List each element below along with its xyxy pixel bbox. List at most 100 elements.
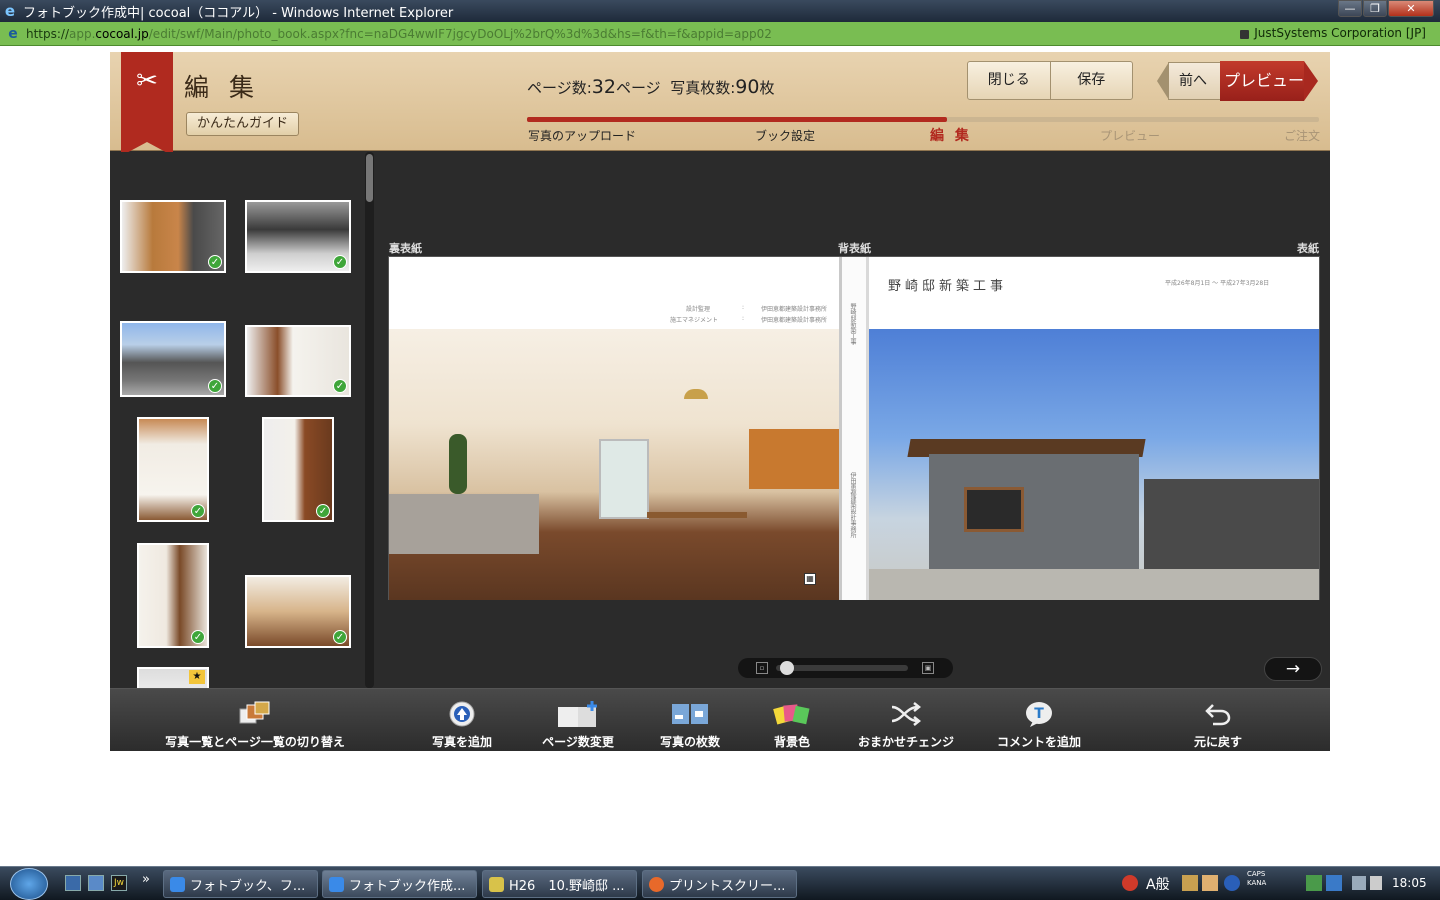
house-exterior-photo[interactable] [869, 329, 1319, 600]
photo-thumbnail[interactable]: ✓ [137, 543, 209, 648]
jw-cad-icon[interactable]: Jw [111, 875, 127, 891]
taskbar-button-folder[interactable]: H26 10.野崎邸 ... [482, 870, 637, 898]
background-color-icon [762, 699, 822, 729]
living-room-photo[interactable]: ▦ [389, 329, 839, 600]
ie-logo-icon: e [4, 2, 16, 20]
prev-button[interactable]: 前へ [1157, 62, 1220, 100]
step-progress-fill [527, 117, 947, 122]
credit2-colon: : [742, 315, 745, 322]
undo-button[interactable]: 元に戻す [1183, 689, 1253, 752]
security-certificate[interactable]: JustSystems Corporation [JP] [1240, 26, 1426, 40]
tray-tool-icon[interactable] [1182, 875, 1198, 891]
photo-count-icon [650, 699, 730, 729]
security-icon[interactable] [1326, 875, 1342, 891]
step-edit: 編 集 [930, 128, 972, 144]
taskbar-button-firefox[interactable]: プリントスクリー... [642, 870, 797, 898]
windows-taskbar: Jw » フォトブック、フ... フォトブック作成... H26 10.野崎邸 … [0, 866, 1440, 900]
page-title: 編 集 [184, 73, 260, 102]
zoom-slider[interactable]: ▫ ▣ [738, 658, 953, 678]
photo-thumbnail[interactable]: ★ [137, 667, 209, 688]
undo-icon [1183, 699, 1253, 729]
check-icon: ✓ [191, 630, 205, 644]
check-icon: ✓ [208, 255, 222, 269]
display-icon[interactable] [1352, 876, 1366, 890]
back-cover-page[interactable]: 設計監理 : 伊田恵都建築設計事務所 施工マネジメント : 伊田恵都建築設計事務… [389, 257, 839, 600]
tray-app-icon[interactable] [1122, 875, 1138, 891]
zoom-handle[interactable] [780, 661, 795, 675]
photo-thumbnail[interactable]: ✓ [120, 321, 226, 397]
photo-thumbnail[interactable]: ✓ [245, 325, 351, 397]
close-window-button[interactable]: ✕ [1388, 0, 1434, 17]
toggle-list-button[interactable]: 写真一覧とページ一覧の切り替え [165, 689, 345, 752]
ie-icon [170, 876, 185, 892]
help-icon[interactable] [1224, 875, 1240, 891]
photo-thumbnail[interactable]: ✓ [137, 417, 209, 522]
zoom-out-icon[interactable]: ▫ [756, 662, 768, 674]
next-page-button[interactable]: → [1264, 657, 1322, 681]
photos-unit: 枚 [759, 79, 775, 97]
add-comment-button[interactable]: T コメントを追加 [994, 689, 1084, 752]
caps-label: CAPS [1247, 870, 1266, 878]
preview-button[interactable]: プレビュー [1220, 61, 1318, 101]
comment-icon: T [994, 699, 1084, 729]
photo-thumbnail[interactable]: ✓ [262, 417, 334, 522]
page-count-button[interactable]: ページ数変更 [533, 689, 623, 752]
book-spread[interactable]: 設計監理 : 伊田恵都建築設計事務所 施工マネジメント : 伊田恵都建築設計事務… [388, 256, 1320, 600]
photo-thumbnail[interactable]: ✓ [120, 200, 226, 273]
check-icon: ✓ [333, 630, 347, 644]
undo-label: 元に戻す [1193, 735, 1242, 749]
photo-count-label: 写真の枚数 [659, 735, 720, 749]
taskbar-label: フォトブック作成... [349, 878, 466, 894]
volume-icon[interactable] [1370, 876, 1382, 890]
book-title[interactable]: 野崎邸新築工事 [888, 275, 1007, 294]
url-host-prefix: app. [69, 26, 96, 41]
qr-code-icon: ▦ [804, 573, 816, 585]
scrollbar-thumb[interactable] [366, 154, 373, 202]
zoom-in-icon[interactable]: ▣ [922, 662, 934, 674]
minimize-button[interactable]: — [1338, 0, 1362, 17]
close-button[interactable]: 閉じる [968, 62, 1050, 99]
step-book-settings: ブック設定 [755, 129, 816, 143]
easy-guide-button[interactable]: かんたんガイド [186, 112, 299, 136]
ime-indicator[interactable]: A般 [1146, 874, 1170, 894]
taskbar-label: H26 10.野崎邸 ... [509, 878, 625, 894]
photo-thumbnail[interactable]: ✓ [245, 575, 351, 648]
photo-list-scrollbar[interactable] [365, 152, 374, 688]
add-comment-label: コメントを追加 [996, 735, 1081, 749]
switch-windows-icon[interactable] [88, 875, 104, 891]
auto-change-button[interactable]: おまかせチェンジ [856, 689, 956, 752]
photo-thumbnail[interactable]: ✓ [245, 200, 351, 273]
pages-label: ページ数: [527, 79, 592, 97]
cover-label: 表紙 [1297, 242, 1319, 255]
zoom-track[interactable] [776, 665, 908, 671]
pages-unit: ページ [615, 79, 661, 97]
start-button[interactable] [10, 868, 48, 900]
show-desktop-icon[interactable] [65, 875, 81, 891]
check-icon: ✓ [333, 255, 347, 269]
bottom-toolbar: 写真一覧とページ一覧の切り替え 写真を追加 ページ数変更 写真の枚数 背景色 お… [110, 688, 1330, 751]
house-window [964, 487, 1024, 532]
taskbar-button-ie2[interactable]: フォトブック作成... [322, 870, 477, 898]
network-icon[interactable] [1306, 875, 1322, 891]
close-save-group: 閉じる 保存 [967, 61, 1133, 100]
maximize-button[interactable]: ❐ [1363, 0, 1387, 17]
window-titlebar: e フォトブック作成中| cocoal（ココアル） - Windows Inte… [0, 0, 1440, 22]
clock[interactable]: 18:05 [1392, 876, 1427, 896]
spine-author: 伊田恵都建築設計事務所 [849, 472, 856, 538]
add-photo-button[interactable]: 写真を追加 [422, 689, 502, 752]
url-scheme: https:// [26, 26, 70, 41]
house-wall [929, 454, 1139, 574]
book-counts: ページ数:32ページ 写真枚数:90枚 [527, 76, 774, 98]
spine-page[interactable]: 野崎邸新築工事 伊田恵都建築設計事務所 [839, 257, 869, 600]
quicklaunch-more[interactable]: » [142, 872, 150, 887]
front-cover-page[interactable]: 野崎邸新築工事 平成26年8月1日 ～ 平成27年3月28日 [869, 257, 1319, 600]
firefox-icon [649, 876, 664, 892]
url-path: /edit/swf/Main/photo_book.aspx?fnc=naDG4… [148, 26, 772, 41]
background-color-button[interactable]: 背景色 [762, 689, 822, 752]
star-icon: ★ [189, 670, 205, 684]
tray-box-icon[interactable] [1202, 875, 1218, 891]
save-button[interactable]: 保存 [1049, 62, 1133, 99]
address-bar[interactable]: e https://app. cocoal.jp/edit/swf/Main/ph… [0, 22, 1440, 46]
photo-count-button[interactable]: 写真の枚数 [650, 689, 730, 752]
taskbar-button-ie1[interactable]: フォトブック、フ... [163, 870, 318, 898]
